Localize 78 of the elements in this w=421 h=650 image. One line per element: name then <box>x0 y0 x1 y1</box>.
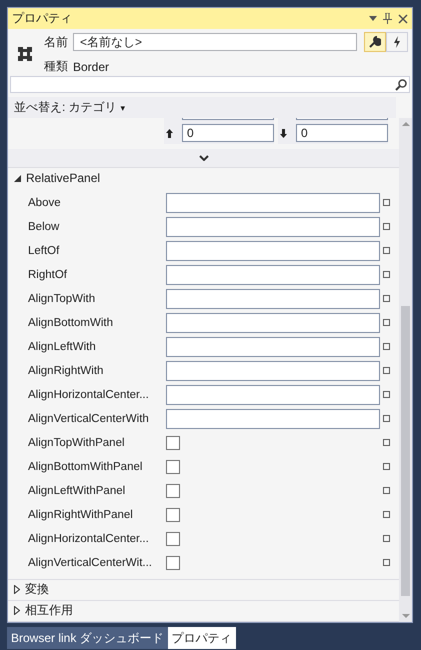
chevron-down-icon <box>198 154 208 161</box>
advanced-options-marker[interactable] <box>383 295 390 302</box>
property-label: AlignLeftWith <box>28 340 97 353</box>
advanced-options-marker[interactable] <box>383 463 390 470</box>
property-label: AlignTopWithPanel <box>28 436 126 449</box>
property-field[interactable] <box>166 384 380 405</box>
border-element-icon <box>18 47 32 61</box>
lightning-icon <box>393 36 401 48</box>
property-label: LeftOf <box>28 244 60 257</box>
property-field[interactable] <box>166 240 380 261</box>
property-label: Above <box>28 196 62 209</box>
collapsed-icon[interactable] <box>14 606 20 616</box>
property-field[interactable] <box>166 360 380 381</box>
property-field[interactable] <box>166 312 380 333</box>
dropdown-icon[interactable] <box>369 16 377 21</box>
wrench-icon <box>369 36 381 48</box>
property-field[interactable] <box>166 192 380 213</box>
advanced-options-marker[interactable] <box>383 535 390 542</box>
advanced-options-marker[interactable] <box>383 223 390 230</box>
pin-icon[interactable] <box>383 13 392 24</box>
properties-view-button[interactable] <box>364 32 386 52</box>
property-label: AlignVerticalCenterWith <box>28 412 150 425</box>
property-checkbox[interactable] <box>166 436 180 450</box>
advanced-options-marker[interactable] <box>383 391 390 398</box>
advanced-options-marker[interactable] <box>383 247 390 254</box>
margin-field[interactable]: 0 <box>182 124 274 142</box>
property-label: AlignRightWith <box>28 364 104 377</box>
category-header[interactable]: 相互作用 <box>25 602 73 620</box>
caret-icon[interactable]: ▾ <box>120 102 126 112</box>
advanced-options-marker[interactable] <box>383 367 390 374</box>
property-label: AlignBottomWithPanel <box>28 460 144 473</box>
property-checkbox[interactable] <box>166 532 180 546</box>
property-field[interactable] <box>166 216 380 237</box>
category-header[interactable]: RelativePanel <box>26 171 100 186</box>
name-label: 名前 <box>44 34 69 50</box>
property-checkbox[interactable] <box>166 484 180 498</box>
property-field[interactable] <box>166 408 380 429</box>
property-field[interactable] <box>166 264 380 285</box>
property-label: Below <box>28 220 60 233</box>
type-value: Border <box>73 60 110 74</box>
down-arrow-icon <box>280 128 287 138</box>
property-label: AlignHorizontalCenter... <box>28 532 150 545</box>
property-checkbox[interactable] <box>166 508 180 522</box>
property-field[interactable] <box>166 336 380 357</box>
up-arrow-icon <box>166 128 173 138</box>
advanced-options-marker[interactable] <box>383 271 390 278</box>
collapsed-icon[interactable] <box>14 585 20 594</box>
name-field[interactable]: <名前なし> <box>73 33 357 51</box>
category-header[interactable]: 変換 <box>25 581 49 598</box>
margin-field[interactable]: 0 <box>296 124 388 142</box>
advanced-options-marker[interactable] <box>383 319 390 326</box>
property-field[interactable] <box>166 288 380 309</box>
property-label: AlignVerticalCenterWit... <box>28 556 153 569</box>
property-label: AlignBottomWith <box>28 316 114 329</box>
advanced-options-marker[interactable] <box>383 511 390 518</box>
advanced-options-marker[interactable] <box>383 439 390 446</box>
property-checkbox[interactable] <box>166 556 180 570</box>
sort-label[interactable]: 並べ替え: カテゴリ <box>14 99 117 116</box>
panel-tab[interactable]: Browser link ダッシュボード <box>7 627 168 649</box>
advanced-options-marker[interactable] <box>383 487 390 494</box>
search-field[interactable] <box>10 76 410 93</box>
property-label: AlignHorizontalCenter... <box>28 388 150 401</box>
property-label: AlignTopWith <box>28 292 96 305</box>
advanced-options-marker[interactable] <box>383 343 390 350</box>
type-label: 種類 <box>44 58 69 75</box>
window-title: プロパティ <box>12 10 73 27</box>
advanced-options-marker[interactable] <box>383 415 390 422</box>
advanced-options-marker[interactable] <box>383 559 390 566</box>
advanced-options-marker[interactable] <box>383 199 390 206</box>
search-icon[interactable] <box>395 78 407 90</box>
property-checkbox[interactable] <box>166 460 180 474</box>
property-label: AlignRightWithPanel <box>28 508 134 521</box>
panel-tab[interactable]: プロパティ <box>168 627 236 649</box>
close-icon[interactable] <box>398 14 408 24</box>
property-label: AlignLeftWithPanel <box>28 484 126 497</box>
property-label: RightOf <box>28 268 68 281</box>
events-view-button[interactable] <box>386 32 408 52</box>
expanded-icon[interactable] <box>14 174 21 182</box>
